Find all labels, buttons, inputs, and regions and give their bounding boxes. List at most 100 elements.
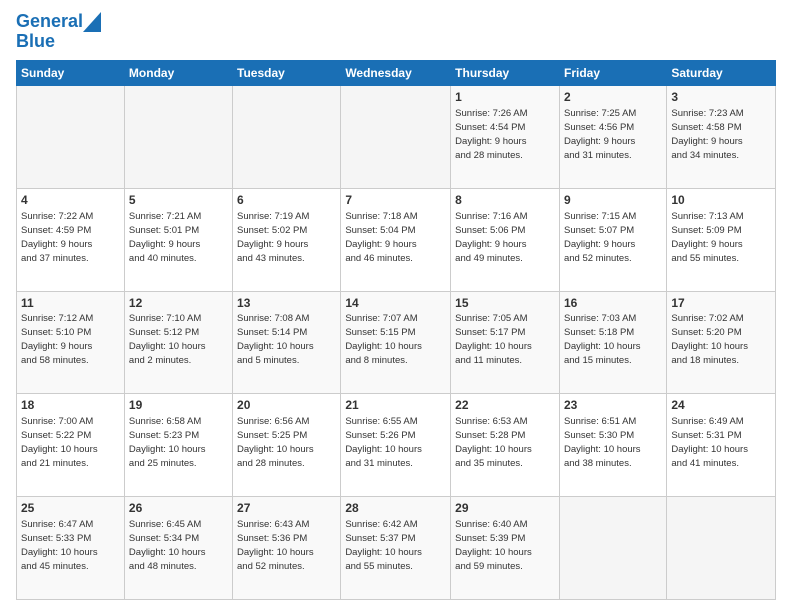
day-detail: Sunrise: 7:22 AM Sunset: 4:59 PM Dayligh… [21, 211, 93, 264]
day-detail: Sunrise: 6:43 AM Sunset: 5:36 PM Dayligh… [237, 519, 314, 572]
calendar-cell: 3Sunrise: 7:23 AM Sunset: 4:58 PM Daylig… [667, 86, 776, 189]
day-detail: Sunrise: 6:42 AM Sunset: 5:37 PM Dayligh… [345, 519, 422, 572]
calendar-week-3: 11Sunrise: 7:12 AM Sunset: 5:10 PM Dayli… [17, 291, 776, 394]
calendar-cell [124, 86, 232, 189]
day-number: 15 [455, 295, 555, 312]
day-number: 5 [129, 192, 228, 209]
day-number: 17 [671, 295, 771, 312]
calendar-cell: 1 Sunrise: 7:26 AM Sunset: 4:54 PM Daylig… [451, 86, 560, 189]
day-detail: Sunrise: 7:16 AM Sunset: 5:06 PM Dayligh… [455, 211, 527, 264]
day-number: 1 [455, 89, 555, 106]
calendar-cell: 7 Sunrise: 7:18 AM Sunset: 5:04 PM Daylig… [341, 188, 451, 291]
day-header-tuesday: Tuesday [233, 61, 341, 86]
day-number: 11 [21, 295, 120, 312]
day-number: 18 [21, 397, 120, 414]
day-number: 23 [564, 397, 662, 414]
calendar-cell: 28Sunrise: 6:42 AM Sunset: 5:37 PM Dayli… [341, 497, 451, 600]
logo-blue: Blue [16, 31, 55, 51]
day-detail: Sunrise: 6:40 AM Sunset: 5:39 PM Dayligh… [455, 519, 532, 572]
calendar-cell: 16Sunrise: 7:03 AM Sunset: 5:18 PM Dayli… [559, 291, 666, 394]
day-detail: Sunrise: 7:00 AM Sunset: 5:22 PM Dayligh… [21, 416, 98, 469]
calendar-cell: 8 Sunrise: 7:16 AM Sunset: 5:06 PM Daylig… [451, 188, 560, 291]
day-detail: Sunrise: 7:21 AM Sunset: 5:01 PM Dayligh… [129, 211, 201, 264]
day-number: 8 [455, 192, 555, 209]
calendar-cell [559, 497, 666, 600]
day-number: 2 [564, 89, 662, 106]
day-header-sunday: Sunday [17, 61, 125, 86]
calendar-table: SundayMondayTuesdayWednesdayThursdayFrid… [16, 60, 776, 600]
logo-general: General [16, 12, 83, 32]
day-number: 7 [345, 192, 446, 209]
calendar-cell [667, 497, 776, 600]
logo: General Blue [16, 12, 101, 52]
calendar-cell: 24 Sunrise: 6:49 AM Sunset: 5:31 PM Dayli… [667, 394, 776, 497]
day-detail: Sunrise: 7:26 AM Sunset: 4:54 PM Dayligh… [455, 108, 527, 161]
day-number: 6 [237, 192, 336, 209]
calendar-cell [17, 86, 125, 189]
day-detail: Sunrise: 6:45 AM Sunset: 5:34 PM Dayligh… [129, 519, 206, 572]
calendar-cell: 17Sunrise: 7:02 AM Sunset: 5:20 PM Dayli… [667, 291, 776, 394]
calendar-cell: 11Sunrise: 7:12 AM Sunset: 5:10 PM Dayli… [17, 291, 125, 394]
calendar-cell: 12Sunrise: 7:10 AM Sunset: 5:12 PM Dayli… [124, 291, 232, 394]
day-detail: Sunrise: 6:47 AM Sunset: 5:33 PM Dayligh… [21, 519, 98, 572]
day-detail: Sunrise: 7:13 AM Sunset: 5:09 PM Dayligh… [671, 211, 743, 264]
calendar-cell: 10 Sunrise: 7:13 AM Sunset: 5:09 PM Dayli… [667, 188, 776, 291]
calendar-cell: 4 Sunrise: 7:22 AM Sunset: 4:59 PM Daylig… [17, 188, 125, 291]
calendar-cell: 14Sunrise: 7:07 AM Sunset: 5:15 PM Dayli… [341, 291, 451, 394]
day-number: 29 [455, 500, 555, 517]
day-detail: Sunrise: 7:12 AM Sunset: 5:10 PM Dayligh… [21, 313, 93, 366]
calendar-page: General Blue SundayMondayTuesdayWednesda… [0, 0, 792, 612]
day-number: 10 [671, 192, 771, 209]
calendar-cell: 27Sunrise: 6:43 AM Sunset: 5:36 PM Dayli… [233, 497, 341, 600]
day-detail: Sunrise: 7:02 AM Sunset: 5:20 PM Dayligh… [671, 313, 748, 366]
day-detail: Sunrise: 7:05 AM Sunset: 5:17 PM Dayligh… [455, 313, 532, 366]
day-number: 19 [129, 397, 228, 414]
day-header-wednesday: Wednesday [341, 61, 451, 86]
day-detail: Sunrise: 7:08 AM Sunset: 5:14 PM Dayligh… [237, 313, 314, 366]
calendar-cell: 18 Sunrise: 7:00 AM Sunset: 5:22 PM Dayli… [17, 394, 125, 497]
day-number: 24 [671, 397, 771, 414]
calendar-cell: 26 Sunrise: 6:45 AM Sunset: 5:34 PM Dayli… [124, 497, 232, 600]
day-header-monday: Monday [124, 61, 232, 86]
calendar-cell: 13Sunrise: 7:08 AM Sunset: 5:14 PM Dayli… [233, 291, 341, 394]
day-number: 25 [21, 500, 120, 517]
day-number: 3 [671, 89, 771, 106]
calendar-week-5: 25 Sunrise: 6:47 AM Sunset: 5:33 PM Dayli… [17, 497, 776, 600]
calendar-week-4: 18 Sunrise: 7:00 AM Sunset: 5:22 PM Dayli… [17, 394, 776, 497]
day-number: 26 [129, 500, 228, 517]
calendar-cell: 23 Sunrise: 6:51 AM Sunset: 5:30 PM Dayli… [559, 394, 666, 497]
calendar-cell [233, 86, 341, 189]
calendar-cell: 25 Sunrise: 6:47 AM Sunset: 5:33 PM Dayli… [17, 497, 125, 600]
calendar-cell: 2 Sunrise: 7:25 AM Sunset: 4:56 PM Daylig… [559, 86, 666, 189]
day-detail: Sunrise: 7:18 AM Sunset: 5:04 PM Dayligh… [345, 211, 417, 264]
calendar-cell: 6Sunrise: 7:19 AM Sunset: 5:02 PM Daylig… [233, 188, 341, 291]
day-detail: Sunrise: 6:49 AM Sunset: 5:31 PM Dayligh… [671, 416, 748, 469]
calendar-cell: 5 Sunrise: 7:21 AM Sunset: 5:01 PM Daylig… [124, 188, 232, 291]
day-detail: Sunrise: 7:25 AM Sunset: 4:56 PM Dayligh… [564, 108, 636, 161]
calendar-cell: 9 Sunrise: 7:15 AM Sunset: 5:07 PM Daylig… [559, 188, 666, 291]
day-number: 14 [345, 295, 446, 312]
logo-triangle-icon [83, 12, 101, 32]
calendar-cell: 22Sunrise: 6:53 AM Sunset: 5:28 PM Dayli… [451, 394, 560, 497]
day-detail: Sunrise: 7:15 AM Sunset: 5:07 PM Dayligh… [564, 211, 636, 264]
day-detail: Sunrise: 7:07 AM Sunset: 5:15 PM Dayligh… [345, 313, 422, 366]
day-detail: Sunrise: 7:03 AM Sunset: 5:18 PM Dayligh… [564, 313, 641, 366]
day-number: 4 [21, 192, 120, 209]
header: General Blue [16, 12, 776, 52]
day-detail: Sunrise: 7:10 AM Sunset: 5:12 PM Dayligh… [129, 313, 206, 366]
day-detail: Sunrise: 6:51 AM Sunset: 5:30 PM Dayligh… [564, 416, 641, 469]
calendar-cell: 15Sunrise: 7:05 AM Sunset: 5:17 PM Dayli… [451, 291, 560, 394]
day-header-saturday: Saturday [667, 61, 776, 86]
day-header-friday: Friday [559, 61, 666, 86]
day-detail: Sunrise: 6:55 AM Sunset: 5:26 PM Dayligh… [345, 416, 422, 469]
day-number: 21 [345, 397, 446, 414]
day-number: 16 [564, 295, 662, 312]
day-number: 13 [237, 295, 336, 312]
day-detail: Sunrise: 6:53 AM Sunset: 5:28 PM Dayligh… [455, 416, 532, 469]
calendar-cell [341, 86, 451, 189]
calendar-cell: 20Sunrise: 6:56 AM Sunset: 5:25 PM Dayli… [233, 394, 341, 497]
calendar-cell: 29 Sunrise: 6:40 AM Sunset: 5:39 PM Dayli… [451, 497, 560, 600]
day-number: 12 [129, 295, 228, 312]
day-detail: Sunrise: 6:56 AM Sunset: 5:25 PM Dayligh… [237, 416, 314, 469]
day-number: 9 [564, 192, 662, 209]
